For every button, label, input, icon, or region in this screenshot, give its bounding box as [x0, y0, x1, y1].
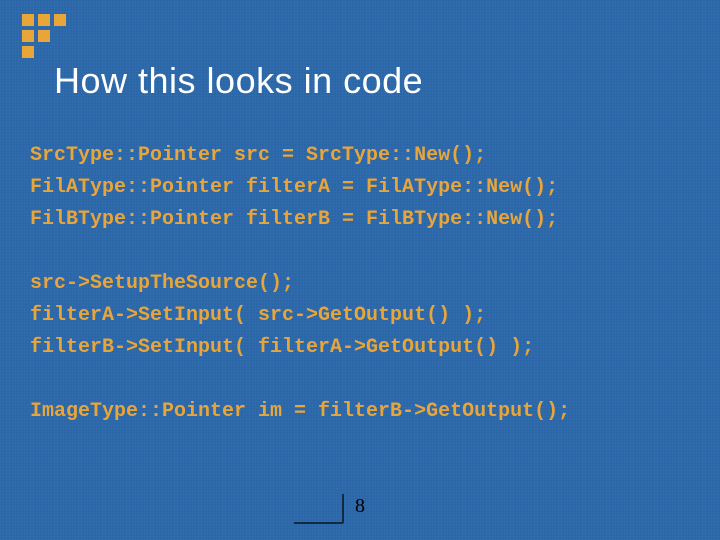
code-line: filterB->SetInput( filterA->GetOutput() … — [30, 336, 534, 359]
slide-title: How this looks in code — [54, 60, 423, 102]
code-line: SrcType::Pointer src = SrcType::New(); — [30, 144, 486, 167]
code-line: ImageType::Pointer im = filterB->GetOutp… — [30, 400, 570, 423]
code-line: src->SetupTheSource(); — [30, 272, 294, 295]
pagenum-connector-icon — [294, 494, 344, 524]
logo-squares-icon — [22, 14, 66, 58]
code-line: filterA->SetInput( src->GetOutput() ); — [30, 304, 486, 327]
code-block: SrcType::Pointer src = SrcType::New(); F… — [30, 140, 690, 428]
code-line: FilBType::Pointer filterB = FilBType::Ne… — [30, 208, 558, 231]
slide: How this looks in code SrcType::Pointer … — [0, 0, 720, 540]
page-number: 8 — [355, 495, 365, 518]
code-line: FilAType::Pointer filterA = FilAType::Ne… — [30, 176, 558, 199]
